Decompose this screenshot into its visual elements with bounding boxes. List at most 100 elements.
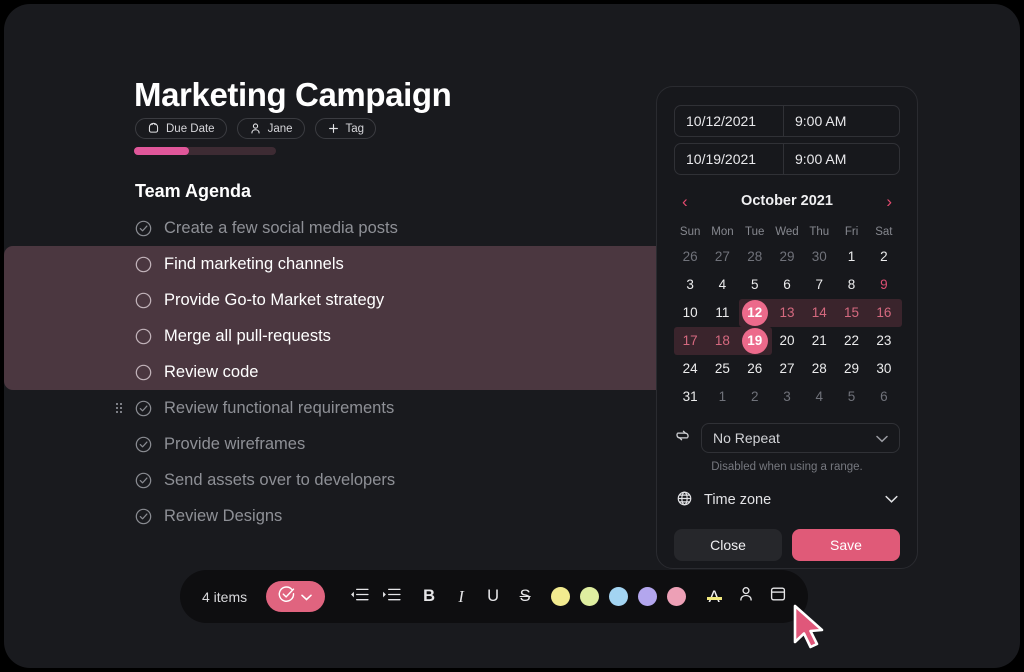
- assign-button[interactable]: [730, 581, 762, 613]
- calendar-day[interactable]: 27: [771, 355, 803, 383]
- calendar-day[interactable]: 28: [803, 355, 835, 383]
- indent-button[interactable]: [375, 581, 407, 613]
- color-swatch-blue[interactable]: [609, 587, 628, 606]
- calendar-day[interactable]: 9: [868, 271, 900, 299]
- drag-handle-icon[interactable]: [116, 403, 122, 413]
- italic-button[interactable]: I: [445, 581, 477, 613]
- end-datetime-row: 10/19/2021 9:00 AM: [674, 143, 900, 175]
- screen: Marketing Campaign Due Date Jane: [0, 0, 1024, 672]
- close-button[interactable]: Close: [674, 529, 782, 561]
- calendar-grid: SunMonTueWedThuFriSat2627282930123456789…: [674, 221, 900, 411]
- task-checkbox-checked[interactable]: [135, 436, 152, 453]
- calendar-day[interactable]: 31: [674, 383, 706, 411]
- calendar-day[interactable]: 5: [835, 383, 867, 411]
- calendar-day[interactable]: 24: [674, 355, 706, 383]
- calendar-day[interactable]: 6: [868, 383, 900, 411]
- calendar-day[interactable]: 2: [868, 243, 900, 271]
- date-button[interactable]: [762, 581, 794, 613]
- calendar-day[interactable]: 29: [835, 355, 867, 383]
- color-swatch-purple[interactable]: [638, 587, 657, 606]
- calendar-day[interactable]: 30: [868, 355, 900, 383]
- calendar-day[interactable]: 15: [835, 299, 867, 327]
- calendar-day[interactable]: 16: [868, 299, 900, 327]
- task-checkbox-checked[interactable]: [135, 508, 152, 525]
- calendar-day[interactable]: 1: [706, 383, 738, 411]
- calendar-day[interactable]: 2: [739, 383, 771, 411]
- chip-assignee[interactable]: Jane: [237, 118, 305, 139]
- calendar-day[interactable]: 21: [803, 327, 835, 355]
- calendar-day[interactable]: 4: [706, 271, 738, 299]
- end-time-input[interactable]: 9:00 AM: [783, 144, 899, 174]
- calendar-day[interactable]: 29: [771, 243, 803, 271]
- chip-due-date[interactable]: Due Date: [135, 118, 227, 139]
- chevron-down-icon: [885, 492, 898, 508]
- prev-month-button[interactable]: ‹: [682, 193, 688, 210]
- font-color-button[interactable]: A: [698, 581, 730, 613]
- calendar-day[interactable]: 27: [706, 243, 738, 271]
- task-checkbox[interactable]: [135, 328, 152, 345]
- repeat-row: No Repeat: [674, 423, 900, 453]
- calendar-day[interactable]: 13: [771, 299, 803, 327]
- underline-button[interactable]: U: [477, 581, 509, 613]
- repeat-select[interactable]: No Repeat: [701, 423, 900, 453]
- task-row[interactable]: Provide Go-to Market strategy: [4, 282, 656, 318]
- task-checkbox-checked[interactable]: [135, 400, 152, 417]
- strikethrough-button[interactable]: S: [509, 581, 541, 613]
- end-date-input[interactable]: 10/19/2021: [675, 144, 783, 174]
- task-checkbox[interactable]: [135, 256, 152, 273]
- start-date-input[interactable]: 10/12/2021: [675, 106, 783, 136]
- panel-actions: Close Save: [674, 529, 900, 561]
- color-swatch-yellow[interactable]: [551, 587, 570, 606]
- chip-add-tag[interactable]: Tag: [315, 118, 377, 139]
- calendar-day[interactable]: 20: [771, 327, 803, 355]
- next-month-button[interactable]: ›: [886, 193, 892, 210]
- task-checkbox-checked[interactable]: [135, 472, 152, 489]
- calendar-day[interactable]: 12: [739, 299, 771, 327]
- outdent-button[interactable]: [343, 581, 375, 613]
- task-row[interactable]: Merge all pull-requests: [4, 318, 656, 354]
- calendar-day[interactable]: 28: [739, 243, 771, 271]
- bold-button[interactable]: B: [413, 581, 445, 613]
- calendar-day[interactable]: 11: [706, 299, 738, 327]
- start-time-input[interactable]: 9:00 AM: [783, 106, 899, 136]
- calendar-day[interactable]: 30: [803, 243, 835, 271]
- calendar-day[interactable]: 7: [803, 271, 835, 299]
- calendar-day[interactable]: 6: [771, 271, 803, 299]
- calendar-day[interactable]: 17: [674, 327, 706, 355]
- calendar-day[interactable]: 3: [674, 271, 706, 299]
- task-label: Find marketing channels: [164, 255, 344, 274]
- calendar-day[interactable]: 3: [771, 383, 803, 411]
- save-button[interactable]: Save: [792, 529, 900, 561]
- calendar-day[interactable]: 26: [739, 355, 771, 383]
- repeat-icon: [674, 427, 691, 449]
- calendar-day[interactable]: 22: [835, 327, 867, 355]
- calendar-day[interactable]: 4: [803, 383, 835, 411]
- timezone-row[interactable]: Time zone: [674, 487, 900, 513]
- task-label: Review code: [164, 363, 258, 382]
- color-swatch-lime[interactable]: [580, 587, 599, 606]
- task-checkbox-checked[interactable]: [135, 220, 152, 237]
- calendar-day[interactable]: 18: [706, 327, 738, 355]
- calendar-day[interactable]: 5: [739, 271, 771, 299]
- color-swatch-pink[interactable]: [667, 587, 686, 606]
- calendar-clock-icon: [147, 122, 160, 135]
- calendar-day[interactable]: 19: [739, 327, 771, 355]
- calendar-day[interactable]: 8: [835, 271, 867, 299]
- task-row[interactable]: Review code: [4, 354, 656, 390]
- person-icon: [249, 122, 262, 135]
- calendar-day[interactable]: 14: [803, 299, 835, 327]
- repeat-value: No Repeat: [713, 430, 780, 446]
- calendar-day[interactable]: 26: [674, 243, 706, 271]
- task-label: Review Designs: [164, 507, 282, 526]
- task-checkbox[interactable]: [135, 364, 152, 381]
- task-row[interactable]: Find marketing channels: [4, 246, 656, 282]
- calendar-day[interactable]: 1: [835, 243, 867, 271]
- task-type-button[interactable]: [266, 581, 325, 612]
- calendar-weekday: Tue: [739, 221, 771, 243]
- calendar-day[interactable]: 23: [868, 327, 900, 355]
- task-checkbox[interactable]: [135, 292, 152, 309]
- calendar-day[interactable]: 10: [674, 299, 706, 327]
- calendar-weekday: Wed: [771, 221, 803, 243]
- calendar-day[interactable]: 25: [706, 355, 738, 383]
- mouse-cursor: [792, 604, 830, 659]
